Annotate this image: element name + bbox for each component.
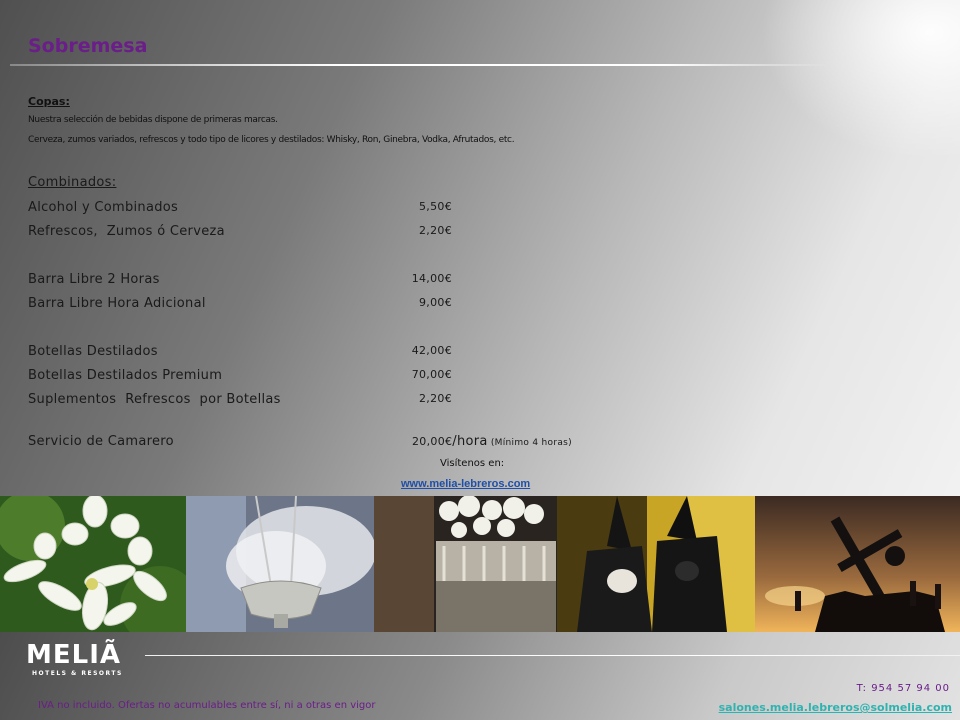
item-label: Botellas Destilados <box>28 344 158 359</box>
service-row: Servicio de Camarero 20,00€/hora (Mínimo… <box>28 434 728 452</box>
contact-phone: T: 954 57 94 00 <box>856 683 950 694</box>
footer-divider <box>145 655 960 656</box>
copas-description-1: Nuestra selección de bebidas dispone de … <box>28 115 278 125</box>
photo-strip <box>0 496 960 632</box>
visit-label: Visítenos en: <box>440 458 505 469</box>
orange-blossom-photo <box>0 496 186 632</box>
nazarenos-photo <box>557 496 755 632</box>
incense-censer-photo <box>186 496 374 632</box>
item-price: 9,00€ <box>419 296 452 309</box>
item-label: Refrescos, Zumos ó Cerveza <box>28 224 225 239</box>
item-label: Suplementos Refrescos por Botellas <box>28 392 281 407</box>
contact-email-link[interactable]: salones.melia.lebreros@solmelia.com <box>719 701 952 714</box>
iva-disclaimer: IVA no incluido. Ofertas no acumulables … <box>38 700 376 711</box>
item-price: 14,00€ <box>411 272 452 285</box>
item-label: Alcohol y Combinados <box>28 200 179 215</box>
price-row: Botellas Destilados 42,00€ <box>28 344 588 362</box>
item-price: 42,00€ <box>411 344 452 357</box>
website-link[interactable]: www.melia-lebreros.com <box>401 478 530 490</box>
price-row: Barra Libre Hora Adicional 9,00€ <box>28 296 588 314</box>
item-price: 2,20€ <box>419 392 452 405</box>
procession-float-photo <box>374 496 557 632</box>
item-price: 70,00€ <box>411 368 452 381</box>
item-price: 2,20€ <box>419 224 452 237</box>
cross-silhouette-photo <box>755 496 960 632</box>
item-label: Barra Libre 2 Horas <box>28 272 160 287</box>
service-label: Servicio de Camarero <box>28 434 174 449</box>
price-row: Barra Libre 2 Horas 14,00€ <box>28 272 588 290</box>
title-divider <box>10 64 830 66</box>
background-glow <box>760 0 960 160</box>
item-label: Barra Libre Hora Adicional <box>28 296 206 311</box>
logo-tagline: HOTELS & RESORTS <box>32 670 123 677</box>
price-row: Botellas Destilados Premium 70,00€ <box>28 368 588 386</box>
service-unit: /hora <box>452 434 488 449</box>
service-price: 20,00€ <box>412 435 453 448</box>
logo-word: MELIÃ <box>26 640 121 670</box>
price-row: Refrescos, Zumos ó Cerveza 2,20€ <box>28 224 588 242</box>
item-price: 5,50€ <box>419 200 452 213</box>
price-row: Alcohol y Combinados 5,50€ <box>28 200 588 218</box>
service-note: (Mínimo 4 horas) <box>487 438 572 448</box>
item-label: Botellas Destilados Premium <box>28 368 223 383</box>
copas-description-2: Cerveza, zumos variados, refrescos y tod… <box>28 135 515 145</box>
combinados-heading: Combinados: <box>28 175 117 190</box>
page-title: Sobremesa <box>28 35 148 57</box>
copas-heading: Copas: <box>28 95 70 108</box>
melia-logo: MELIÃ HOTELS & RESORTS <box>26 640 123 677</box>
price-row: Suplementos Refrescos por Botellas 2,20€ <box>28 392 588 410</box>
service-price-group: 20,00€/hora (Mínimo 4 horas) <box>412 434 572 449</box>
